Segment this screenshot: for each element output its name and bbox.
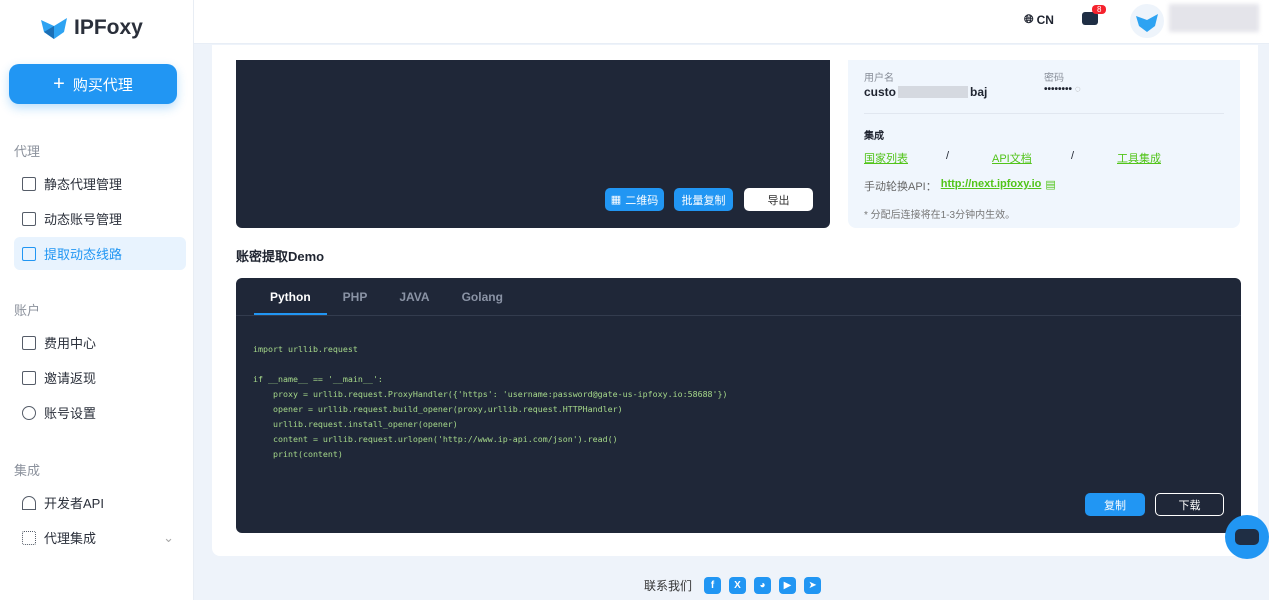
- user-icon: [22, 405, 36, 420]
- divider: [864, 113, 1224, 114]
- integration-title: 集成: [864, 131, 884, 142]
- tool-integration-link[interactable]: 工具集成: [1117, 150, 1161, 166]
- credentials-panel: 用户名 custo baj 密码 •••••••• ◌ 集成 国家列表 / API…: [848, 60, 1240, 228]
- label: 下载: [1178, 499, 1201, 512]
- discord-icon[interactable]: ◕: [754, 577, 772, 594]
- api-label: 手动轮换API：: [864, 181, 937, 193]
- username-prefix: custo: [864, 85, 897, 99]
- grid-icon: ▦: [610, 194, 622, 206]
- sliders-icon: [22, 211, 36, 226]
- facebook-icon[interactable]: f: [704, 577, 722, 594]
- tab-golang[interactable]: Golang: [446, 278, 519, 315]
- sidebar-item-proxy-integration[interactable]: 代理集成 ⌄: [14, 521, 186, 554]
- separator: /: [946, 150, 950, 162]
- contact-label: 联系我们: [644, 579, 693, 593]
- username-label: 用户名: [864, 73, 894, 84]
- label: 邀请返现: [44, 371, 97, 386]
- section-account: 账户: [14, 303, 41, 318]
- tab-php[interactable]: PHP: [327, 278, 384, 315]
- label: 动态账号管理: [44, 212, 123, 227]
- section-integration: 集成: [14, 463, 41, 478]
- api-url-link[interactable]: http://next.ipfoxy.io: [941, 178, 1042, 194]
- plus-icon: +: [53, 72, 65, 95]
- password-label: 密码: [1044, 73, 1064, 84]
- avatar[interactable]: [1130, 4, 1164, 38]
- buy-proxy-button[interactable]: + 购买代理: [9, 64, 177, 104]
- notification-badge: 8: [1092, 5, 1107, 14]
- fox-avatar-icon: [1136, 14, 1158, 32]
- extract-result-panel: [236, 60, 830, 228]
- export-button[interactable]: 导出: [744, 188, 813, 211]
- language-switch[interactable]: 🌐︎ CN: [1024, 12, 1054, 27]
- redacted-block: [898, 86, 969, 98]
- label: 开发者API: [44, 496, 104, 511]
- label: 代理集成: [44, 531, 97, 546]
- username-blurred: [1169, 4, 1259, 32]
- telegram-icon[interactable]: ➤: [804, 577, 822, 594]
- note: * 分配后连接将在1-3分钟内生效。: [864, 210, 1016, 221]
- fingerprint-icon: [22, 495, 36, 510]
- brand-name: IPFoxy: [74, 16, 143, 39]
- sidebar-item-extract-lines[interactable]: 提取动态线路: [14, 237, 186, 270]
- code-block: import urllib.request if __name__ == '__…: [253, 344, 728, 459]
- chat-support-button[interactable]: [1225, 515, 1269, 559]
- sidebar: IPFoxy + 购买代理 代理 静态代理管理 动态账号管理 提取动态线路 账户 …: [0, 0, 194, 600]
- batch-copy-button[interactable]: 批量复制: [674, 188, 733, 211]
- x-icon[interactable]: X: [729, 577, 747, 594]
- logo[interactable]: IPFoxy: [40, 16, 143, 40]
- label: 导出: [767, 194, 790, 207]
- sidebar-item-billing[interactable]: 费用中心: [14, 326, 186, 359]
- label: 账号设置: [44, 406, 97, 421]
- username-value: custo baj: [864, 85, 987, 99]
- sidebar-item-referral[interactable]: 邀请返现: [14, 361, 186, 394]
- language-label: CN: [1036, 12, 1054, 27]
- separator: /: [1071, 150, 1075, 162]
- monitor-icon: [22, 176, 36, 191]
- language-tabs: Python PHP JAVA Golang: [236, 278, 1241, 316]
- tab-python[interactable]: Python: [254, 278, 327, 315]
- label: 复制: [1104, 499, 1126, 512]
- youtube-icon[interactable]: ▶: [779, 577, 797, 594]
- buy-proxy-label: 购买代理: [72, 76, 133, 94]
- dollar-icon: [22, 370, 36, 385]
- sidebar-item-developer-api[interactable]: 开发者API: [14, 486, 186, 519]
- label: 提取动态线路: [44, 247, 123, 262]
- copy-code-button[interactable]: 复制: [1085, 493, 1145, 516]
- sidebar-item-settings[interactable]: 账号设置: [14, 396, 186, 429]
- username-suffix: baj: [970, 85, 988, 99]
- label: 二维码: [625, 194, 659, 207]
- chat-bot-icon: [1235, 529, 1259, 545]
- nodes-icon: [22, 530, 36, 545]
- label: 费用中心: [44, 336, 97, 351]
- section-proxy: 代理: [14, 144, 41, 159]
- label: 静态代理管理: [44, 177, 123, 192]
- chevron-down-icon: ⌄: [163, 529, 174, 545]
- card-icon: [22, 335, 36, 350]
- eye-off-icon[interactable]: ◌: [1075, 84, 1081, 95]
- qr-code-button[interactable]: ▦ 二维码: [605, 188, 664, 211]
- password-value: •••••••• ◌: [1044, 84, 1081, 95]
- top-header: 🌐︎ CN 8: [194, 0, 1269, 44]
- api-docs-link[interactable]: API文档: [992, 150, 1032, 166]
- server-icon: [22, 246, 36, 261]
- tab-java[interactable]: JAVA: [383, 278, 445, 315]
- fox-logo-icon: [41, 18, 67, 39]
- label: 批量复制: [681, 194, 726, 207]
- api-row: 手动轮换API： http://next.ipfoxy.io ▤: [864, 178, 1056, 194]
- sidebar-item-dynamic-account[interactable]: 动态账号管理: [14, 202, 186, 235]
- country-list-link[interactable]: 国家列表: [864, 150, 908, 166]
- globe-icon: 🌐︎: [1024, 12, 1034, 26]
- code-demo-panel: Python PHP JAVA Golang import urllib.req…: [236, 278, 1241, 533]
- password-dots: ••••••••: [1044, 84, 1073, 95]
- download-button[interactable]: 下载: [1155, 493, 1224, 516]
- copy-icon[interactable]: ▤: [1045, 178, 1055, 194]
- demo-title: 账密提取Demo: [236, 249, 325, 264]
- footer: 联系我们 f X ◕ ▶ ➤: [644, 577, 822, 594]
- sidebar-item-static-proxy[interactable]: 静态代理管理: [14, 167, 186, 200]
